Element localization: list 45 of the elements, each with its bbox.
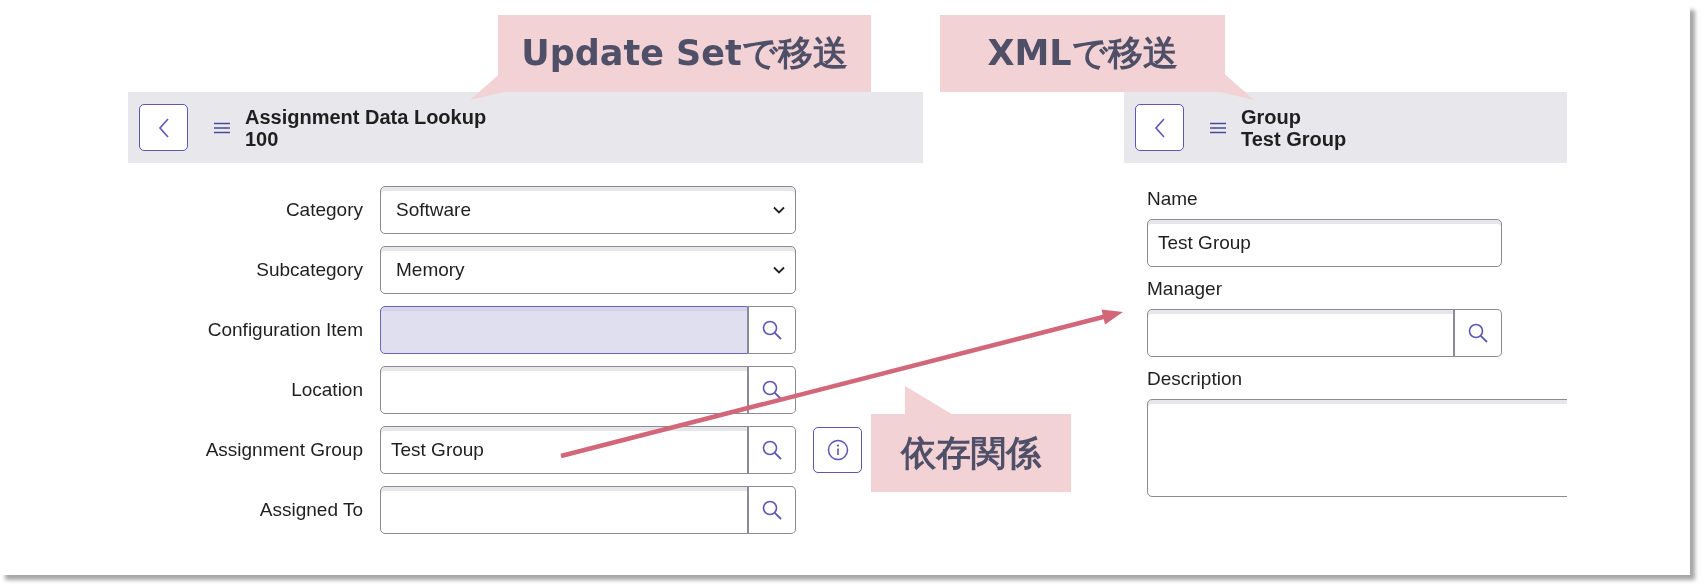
menu-icon[interactable] — [214, 121, 230, 134]
dropdown[interactable]: Software — [380, 186, 796, 234]
field-label: Subcategory — [255, 259, 363, 281]
caret-icon — [773, 266, 785, 274]
search-icon — [761, 499, 783, 521]
search-button[interactable] — [747, 486, 796, 534]
search-icon — [761, 379, 783, 401]
field-label: Assigned To — [258, 499, 363, 521]
field-label: Assignment Group — [204, 439, 363, 461]
input-field[interactable] — [380, 486, 749, 534]
search-icon — [1467, 322, 1489, 344]
input-field[interactable] — [380, 366, 749, 414]
info-icon — [826, 439, 849, 461]
record-name: Test Group — [1241, 127, 1347, 150]
field-label: Description — [1147, 367, 1244, 391]
field-label: Configuration Item — [206, 319, 363, 341]
field-label: Location — [290, 379, 363, 401]
input-field[interactable] — [380, 306, 749, 354]
input-field[interactable]: Test Group — [1147, 219, 1502, 267]
text-area[interactable] — [1147, 399, 1567, 497]
search-icon — [761, 439, 783, 461]
input-field[interactable]: Test Group — [380, 426, 749, 474]
input-field[interactable] — [1147, 309, 1455, 357]
search-button[interactable] — [747, 366, 796, 414]
caret-icon — [773, 206, 785, 214]
record-title: Assignment Data Lookup — [245, 105, 487, 128]
back-button[interactable] — [1135, 104, 1184, 151]
field-label: Name — [1147, 187, 1199, 211]
record-title: Group — [1241, 105, 1302, 128]
callout: Update Setで移送 — [498, 15, 871, 92]
back-icon — [156, 116, 171, 139]
search-button[interactable] — [1453, 309, 1502, 357]
search-button[interactable] — [747, 306, 796, 354]
search-icon — [761, 319, 783, 341]
info-button[interactable] — [813, 427, 862, 473]
menu-icon[interactable] — [1210, 121, 1226, 134]
search-button[interactable] — [747, 426, 796, 474]
field-label: Category — [284, 199, 363, 221]
back-button[interactable] — [139, 104, 188, 151]
callout-tail — [905, 386, 955, 416]
callout: XMLで移送 — [940, 15, 1225, 92]
dropdown[interactable]: Memory — [380, 246, 796, 294]
field-label: Manager — [1147, 277, 1223, 301]
back-icon — [1152, 116, 1167, 139]
record-number: 100 — [245, 127, 279, 150]
